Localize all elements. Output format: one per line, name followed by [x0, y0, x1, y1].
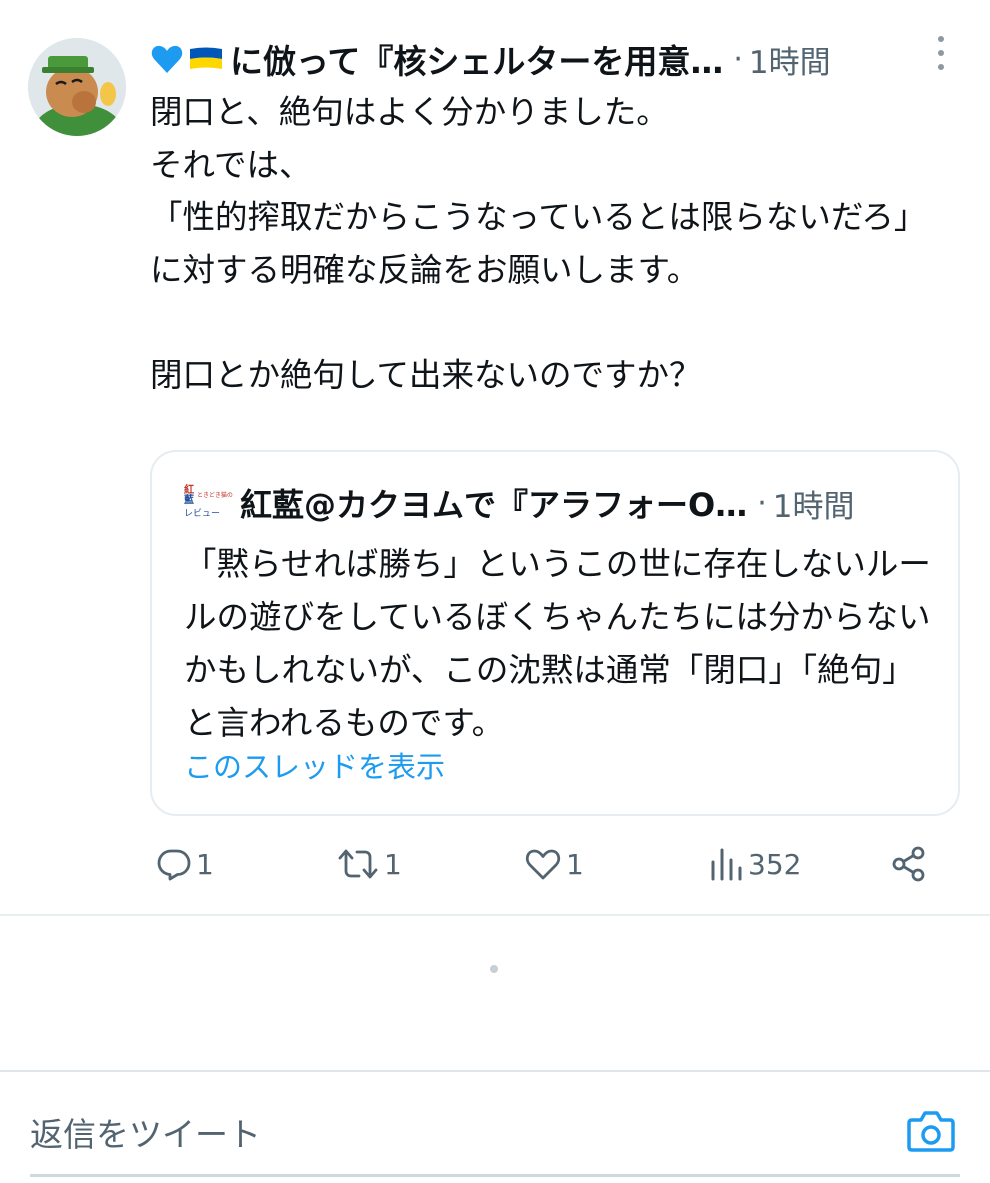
- camera-icon[interactable]: [906, 1108, 956, 1154]
- view-count: 352: [748, 847, 802, 881]
- separator: ·: [733, 41, 743, 77]
- quoted-tweet-header: 紅 藍 ときどき猫の レビュー 紅藍@カクヨムで『アラフォーO… · 1時間: [182, 478, 942, 528]
- like-count: 1: [566, 847, 584, 881]
- quoted-avatar: 紅 藍 ときどき猫の レビュー: [182, 483, 233, 523]
- more-options-icon[interactable]: [928, 36, 954, 70]
- reply-input-underline: [30, 1174, 960, 1177]
- avatar[interactable]: [28, 38, 126, 136]
- blue-heart-icon: [150, 42, 184, 76]
- reply-count: 1: [196, 847, 214, 881]
- quoted-tweet[interactable]: 紅 藍 ときどき猫の レビュー 紅藍@カクヨムで『アラフォーO… · 1時間 「…: [150, 450, 960, 816]
- show-thread-link[interactable]: このスレッドを表示: [184, 744, 445, 786]
- reply-input[interactable]: [30, 1106, 870, 1162]
- timestamp[interactable]: 1時間: [749, 37, 831, 82]
- reply-icon: [156, 846, 192, 882]
- like-button[interactable]: 1: [524, 846, 584, 882]
- loading-dot: [490, 965, 498, 973]
- quoted-timestamp[interactable]: 1時間: [773, 481, 855, 526]
- heart-icon: [524, 846, 562, 882]
- retweet-button[interactable]: 1: [336, 846, 402, 882]
- share-icon: [890, 846, 928, 882]
- divider: [0, 914, 990, 916]
- views-button[interactable]: 352: [710, 846, 801, 882]
- tweet-actions: 1 1 1 352: [0, 840, 990, 896]
- tweet-text: 閉口と、絶句はよく分かりました。 それでは、 「性的搾取だからこうなっているとは…: [150, 93, 927, 394]
- share-button[interactable]: [890, 846, 928, 882]
- retweet-count: 1: [384, 847, 402, 881]
- quoted-author-name[interactable]: 紅藍@カクヨムで『アラフォーO…: [240, 480, 747, 526]
- quoted-tweet-text: 「黙らせれば勝ち」というこの世に存在しないルールの遊びをしているぼくちゃんたちに…: [184, 545, 931, 742]
- quoted-separator: ·: [757, 485, 767, 521]
- retweet-icon: [336, 846, 380, 882]
- author-name[interactable]: に倣って『核シェルターを用意…: [230, 35, 723, 83]
- tweet-header: に倣って『核シェルターを用意… · 1時間: [150, 34, 960, 84]
- analytics-icon: [710, 846, 744, 882]
- divider: [0, 1070, 990, 1072]
- ukraine-flag-icon: [188, 46, 224, 72]
- reply-button[interactable]: 1: [156, 846, 214, 882]
